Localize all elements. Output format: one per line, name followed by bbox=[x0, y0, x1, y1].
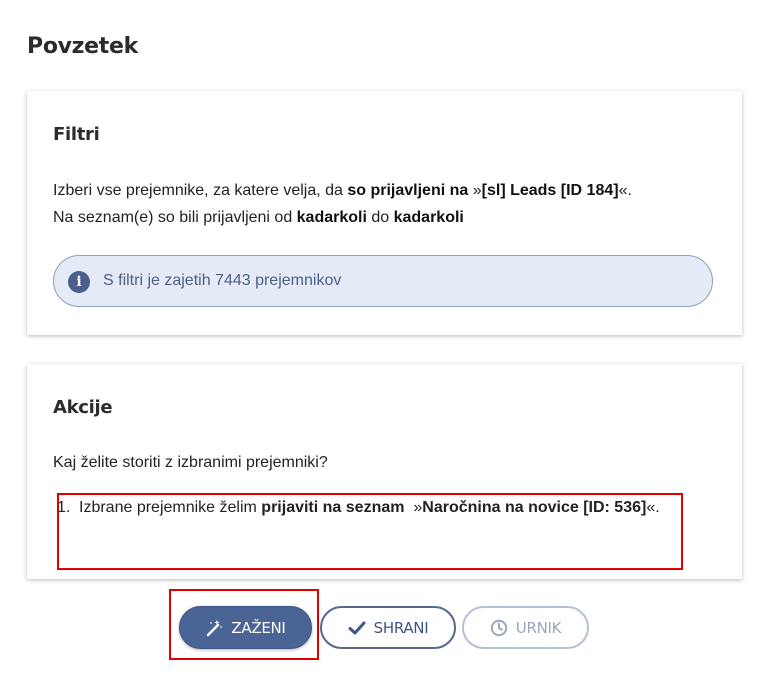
filters-text: Izberi vse prejemnike, za katere velja, … bbox=[53, 182, 348, 199]
clock-icon bbox=[490, 619, 508, 637]
filters-text: » bbox=[468, 182, 482, 199]
filters-text: «. bbox=[618, 182, 632, 199]
recipient-count-alert: i S filtri je zajetih 7443 prejemnikov bbox=[53, 255, 713, 307]
filters-description-line1: Izberi vse prejemnike, za katere velja, … bbox=[53, 177, 632, 204]
highlight-run-box bbox=[169, 589, 319, 660]
save-button[interactable]: SHRANI bbox=[320, 606, 456, 649]
actions-question: Kaj želite storiti z izbranimi prejemnik… bbox=[53, 454, 328, 471]
info-icon: i bbox=[68, 271, 90, 293]
filters-list-name: [sl] Leads [ID 184] bbox=[481, 182, 619, 199]
schedule-button[interactable]: URNIK bbox=[462, 606, 589, 649]
filters-condition: so prijavljeni na bbox=[347, 182, 469, 199]
filters-text: Na seznam(e) so bili prijavljeni od bbox=[53, 209, 297, 226]
schedule-button-label: URNIK bbox=[515, 618, 562, 637]
recipient-count-text: S filtri je zajetih 7443 prejemnikov bbox=[103, 272, 342, 289]
filters-heading: Filtri bbox=[53, 124, 100, 145]
filters-text: do bbox=[366, 209, 394, 226]
filters-description-line2: Na seznam(e) so bili prijavljeni od kada… bbox=[53, 204, 464, 231]
page-title: Povzetek bbox=[27, 34, 138, 59]
filters-card: Filtri Izberi vse prejemnike, za katere … bbox=[27, 91, 742, 335]
check-icon bbox=[348, 620, 366, 636]
filters-date-from: kadarkoli bbox=[296, 209, 367, 226]
filters-date-to: kadarkoli bbox=[393, 209, 464, 226]
save-button-label: SHRANI bbox=[373, 618, 429, 637]
actions-heading: Akcije bbox=[53, 397, 113, 418]
highlight-action-box bbox=[57, 493, 683, 570]
